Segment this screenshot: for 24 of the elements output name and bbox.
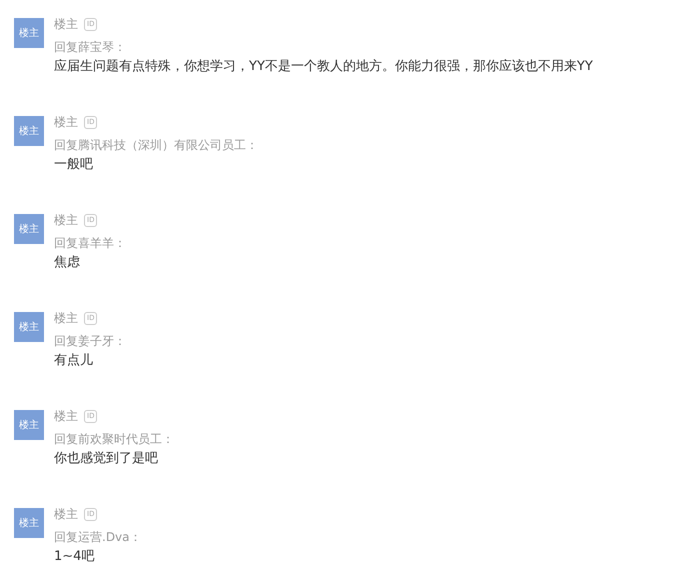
reply-text: 有点儿 (54, 352, 94, 370)
reply-text: 一般吧 (54, 156, 94, 174)
reply-to-label: 回复运营.Dva： (54, 529, 142, 546)
author-name[interactable]: 楼主 (54, 211, 78, 229)
reply-text: 应届生问题有点特殊，你想学习，YY不是一个教人的地方。你能力很强，那你应该也不用来YY (54, 58, 593, 76)
avatar[interactable]: 楼主 (14, 18, 44, 48)
reply-to-label: 回复腾讯科技（深圳）有限公司员工： (54, 137, 258, 154)
avatar[interactable]: 楼主 (14, 116, 44, 146)
reply-text: 焦虑 (54, 254, 81, 272)
author-name[interactable]: 楼主 (54, 407, 78, 425)
reply-text: 你也感觉到了是吧 (54, 450, 159, 468)
avatar[interactable]: 楼主 (14, 508, 44, 538)
author-name[interactable]: 楼主 (54, 505, 78, 523)
reply-text: 1~4吧 (54, 548, 96, 566)
reply-to-label: 回复薛宝琴： (54, 39, 127, 56)
avatar[interactable]: 楼主 (14, 214, 44, 244)
author-name[interactable]: 楼主 (54, 113, 78, 131)
author-name[interactable]: 楼主 (54, 15, 78, 33)
avatar[interactable]: 楼主 (14, 410, 44, 440)
author-name[interactable]: 楼主 (54, 309, 78, 327)
reply-to-label: 回复姜子牙： (54, 333, 126, 350)
reply-to-label: 回复喜羊羊： (54, 235, 126, 252)
avatar[interactable]: 楼主 (14, 312, 44, 342)
reply-to-label: 回复前欢聚时代员工： (54, 431, 174, 448)
